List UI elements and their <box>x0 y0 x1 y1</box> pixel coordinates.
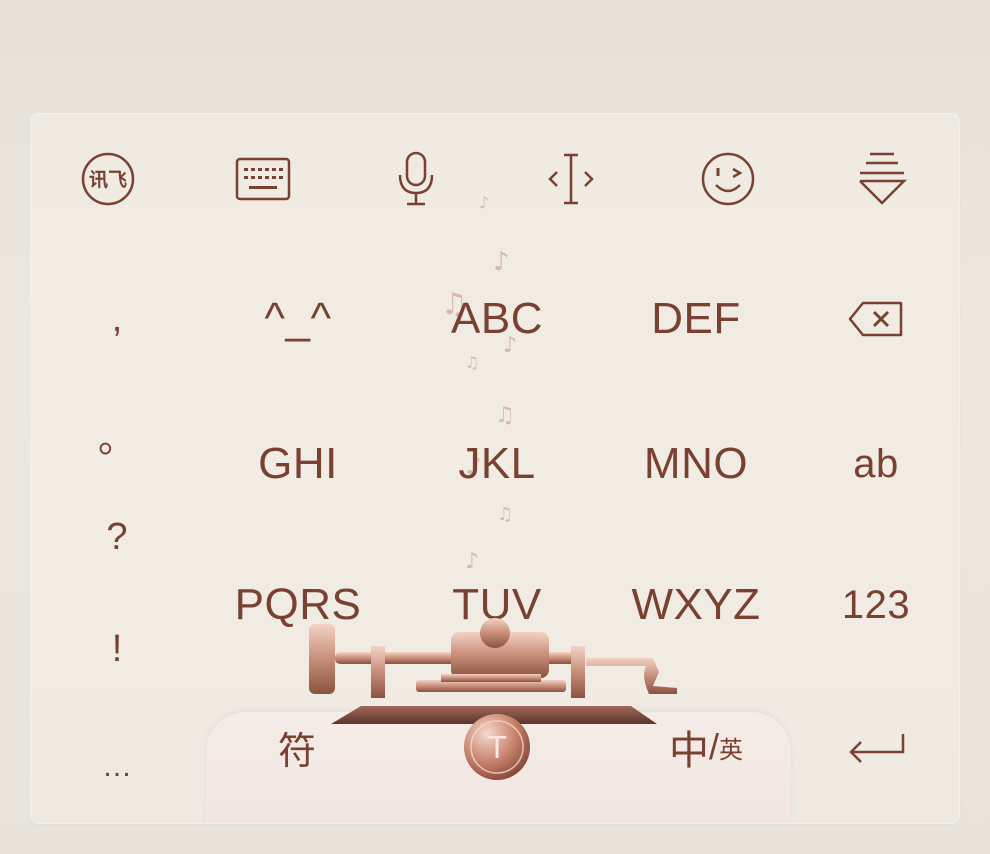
ifly-logo-button[interactable]: 讯飞 <box>78 150 138 208</box>
theme-t-icon: T <box>464 714 530 780</box>
punct-comma-key[interactable]: , <box>87 294 147 344</box>
key-jkl[interactable]: JKL <box>407 439 587 489</box>
keyboard-icon <box>235 157 291 201</box>
svg-text:♫: ♫ <box>465 353 479 372</box>
key-abc[interactable]: ABC <box>407 294 587 344</box>
microphone-icon <box>398 151 434 206</box>
key-mno[interactable]: MNO <box>606 439 786 489</box>
backspace-key[interactable] <box>836 294 916 344</box>
cursor-edit-button[interactable] <box>541 150 601 208</box>
logo-text: 讯飞 <box>89 169 127 191</box>
svg-text:♪: ♪ <box>493 247 510 277</box>
emoji-wink-icon <box>701 152 755 206</box>
lang-cn-label: 中 <box>668 729 709 773</box>
punct-question-key[interactable]: ? <box>87 512 147 562</box>
hide-keyboard-icon <box>859 152 908 205</box>
hide-keyboard-button[interactable] <box>852 150 912 208</box>
key-wxyz[interactable]: WXYZ <box>606 580 786 630</box>
theme-badge-label: T <box>487 731 507 766</box>
keyboard-panel: ♪ ♪ ♫ ♪ ♫ ♫ ♪ ♫ ♪ 讯飞 , 。 ? ! … ^_^ ABC D… <box>31 114 959 823</box>
key-pqrs[interactable]: PQRS <box>208 580 388 630</box>
gramophone-decoration <box>309 618 677 724</box>
enter-key[interactable] <box>836 722 916 772</box>
language-switch-key[interactable]: 中 / 英 <box>646 719 766 775</box>
svg-text:♫: ♫ <box>495 403 515 428</box>
svg-text:♪: ♪ <box>479 193 489 212</box>
key-def[interactable]: DEF <box>606 294 786 344</box>
symbol-key[interactable]: 符 <box>257 719 337 775</box>
svg-text:♪: ♪ <box>465 549 479 574</box>
enter-arrow-icon <box>849 734 905 763</box>
lang-slash: / <box>708 726 719 767</box>
voice-input-button[interactable] <box>386 150 446 208</box>
key-number-switch[interactable]: 123 <box>836 580 916 630</box>
svg-text:♫: ♫ <box>497 504 513 525</box>
keyboard-switch-button[interactable] <box>233 150 293 208</box>
backspace-icon <box>848 301 903 337</box>
key-ab-switch[interactable]: ab <box>836 439 916 489</box>
punct-ellipsis-key[interactable]: … <box>87 742 147 792</box>
lang-en-label: 英 <box>719 736 743 764</box>
key-emoticon[interactable]: ^_^ <box>208 294 388 344</box>
key-tuv[interactable]: TUV <box>407 580 587 630</box>
ifly-logo-icon: 讯飞 <box>81 152 135 206</box>
text-cursor-icon <box>548 153 594 205</box>
music-notes-decoration: ♪ ♪ ♫ ♪ ♫ ♫ ♪ ♫ ♪ <box>441 193 517 574</box>
punct-period-key[interactable]: 。 <box>87 410 147 461</box>
emoji-button[interactable] <box>698 150 758 208</box>
punct-exclaim-key[interactable]: ! <box>87 624 147 674</box>
theme-badge-button[interactable]: T <box>459 712 535 782</box>
key-ghi[interactable]: GHI <box>208 439 388 489</box>
